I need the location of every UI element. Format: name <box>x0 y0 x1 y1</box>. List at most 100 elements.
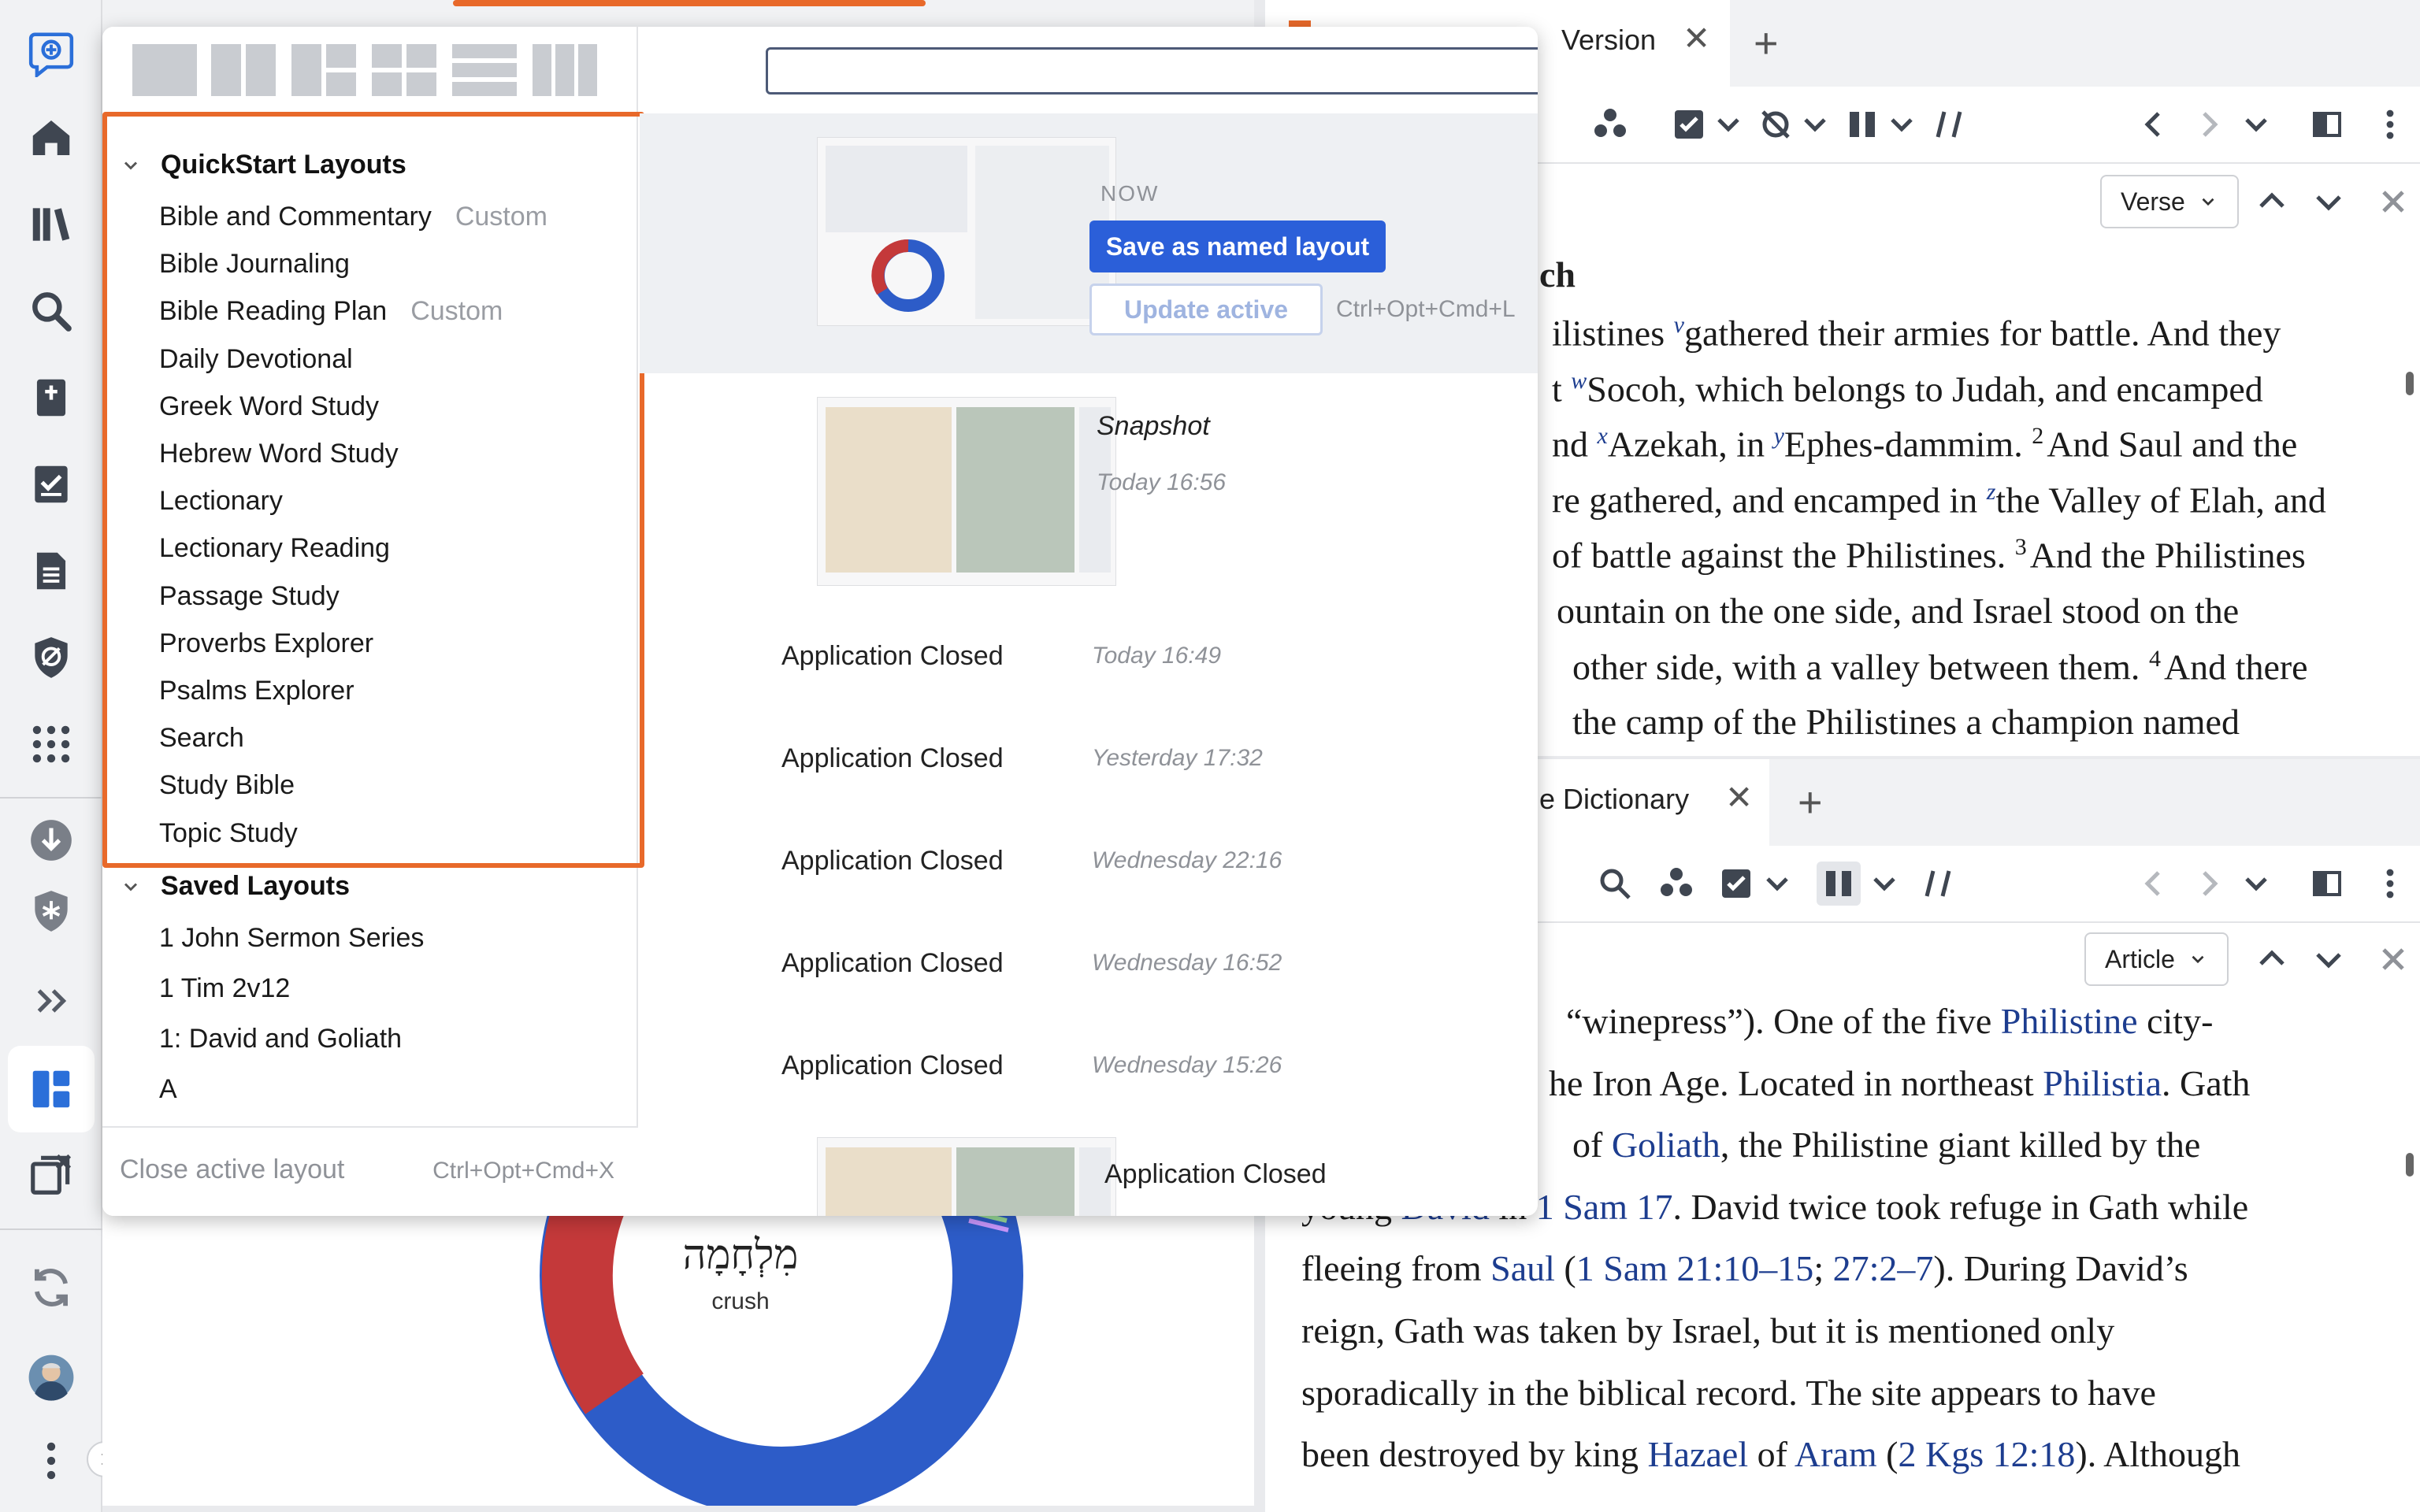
layout-two-column-button[interactable] <box>211 44 276 96</box>
layout-history-entry[interactable]: Application Closed Wednesday 15:26 <box>640 1019 1538 1114</box>
layout-search-input[interactable] <box>776 54 1538 87</box>
checklist-icon[interactable] <box>1667 102 1711 146</box>
layout-search-field[interactable] <box>766 47 1538 94</box>
saved-layout-item[interactable]: 1 John Sermon Series <box>159 923 424 954</box>
layout-thumbnail[interactable] <box>817 1137 1116 1216</box>
layout-rows-button[interactable] <box>452 44 517 96</box>
cross-reference-marker[interactable]: z <box>1987 479 1996 505</box>
chevron-down-icon[interactable] <box>1880 102 1924 146</box>
quickstart-layout-item[interactable]: Greek Word Study <box>159 391 379 422</box>
inline-off-icon[interactable] <box>1754 102 1798 146</box>
quickstart-layout-item[interactable]: Daily Devotional <box>159 344 353 375</box>
layout-four-pane-button[interactable] <box>372 44 436 96</box>
cross-reference-marker[interactable]: v <box>1674 312 1684 338</box>
layout-history-entry[interactable]: Snapshot Today 16:56 <box>640 373 1538 602</box>
visual-filter-icon[interactable] <box>1654 862 1698 906</box>
apps-grid-icon[interactable] <box>24 717 79 772</box>
quickstart-layout-item[interactable]: Lectionary <box>159 486 283 517</box>
home-icon[interactable] <box>24 110 79 165</box>
quickstart-layout-item[interactable]: Proverbs Explorer <box>159 628 373 659</box>
logos-search-icon[interactable] <box>24 25 79 80</box>
saved-layout-item[interactable]: 1: David and Goliath <box>159 1024 402 1054</box>
badge-icon[interactable] <box>24 884 79 939</box>
close-icon[interactable] <box>2371 937 2415 981</box>
more-icon[interactable] <box>2368 862 2412 906</box>
sync-link-icon[interactable] <box>1927 102 1971 146</box>
quickstart-layout-item[interactable]: Bible Reading Plan Custom <box>159 296 503 327</box>
layout-three-pane-button[interactable] <box>291 44 356 96</box>
layout-history-entry[interactable]: Application Closed Wednesday 16:52 <box>640 917 1538 1011</box>
layout-history-entry[interactable]: Application Closed Yesterday 17:32 <box>640 712 1538 806</box>
guide-icon[interactable] <box>24 370 79 425</box>
article-link[interactable]: 27:2–7 <box>1833 1248 1934 1288</box>
sync-icon[interactable] <box>24 1260 79 1315</box>
scrollbar[interactable] <box>2406 1153 2414 1177</box>
download-icon[interactable] <box>24 813 79 868</box>
back-icon[interactable] <box>2132 102 2176 146</box>
close-active-layout-row[interactable]: Close active layout Ctrl+Opt+Cmd+X <box>102 1126 638 1216</box>
article-link[interactable]: Hazael <box>1647 1434 1748 1474</box>
article-link[interactable]: Aram <box>1795 1434 1877 1474</box>
sync-link-icon[interactable] <box>1916 862 1960 906</box>
chevron-down-icon[interactable] <box>2234 102 2278 146</box>
quickstart-layout-item[interactable]: Topic Study <box>159 818 298 849</box>
cross-reference-marker[interactable]: y <box>1774 423 1784 449</box>
panel-layout-icon[interactable] <box>2305 102 2349 146</box>
forward-icon[interactable] <box>2187 102 2231 146</box>
chevron-down-icon[interactable] <box>1755 862 1799 906</box>
panel-layout-icon[interactable] <box>2305 862 2349 906</box>
library-icon[interactable] <box>24 197 79 252</box>
more-icon[interactable] <box>2368 102 2412 146</box>
quickstart-layout-item[interactable]: Passage Study <box>159 581 340 612</box>
checklist-icon[interactable] <box>1714 862 1758 906</box>
quickstart-layout-item[interactable]: Bible and Commentary Custom <box>159 202 547 232</box>
forward-icon[interactable] <box>2187 862 2231 906</box>
article-link[interactable]: Goliath <box>1612 1125 1720 1165</box>
layout-history-entry[interactable]: Application Closed Today 16:49 <box>640 610 1538 704</box>
current-layout-thumbnail[interactable] <box>817 137 1116 326</box>
quickstart-layout-item[interactable]: Psalms Explorer <box>159 676 354 706</box>
next-icon[interactable] <box>2307 937 2351 981</box>
chevron-down-icon[interactable] <box>1793 102 1837 146</box>
parallel-icon[interactable] <box>1817 862 1861 906</box>
saved-layout-item[interactable]: A <box>159 1074 177 1105</box>
article-link[interactable]: 2 Kgs 12:18 <box>1898 1434 2075 1474</box>
checklist-icon[interactable] <box>24 457 79 512</box>
close-icon[interactable] <box>2371 180 2415 224</box>
shield-icon[interactable] <box>24 630 79 685</box>
saved-layouts-heading[interactable]: Saved Layouts <box>120 871 350 902</box>
search-icon[interactable] <box>24 284 79 339</box>
new-tab-icon[interactable]: + <box>1754 19 1779 68</box>
chevron-down-icon[interactable] <box>1706 102 1750 146</box>
article-dropdown[interactable]: Article <box>2084 932 2229 986</box>
cross-reference-marker[interactable]: w <box>1571 368 1587 394</box>
search-icon[interactable] <box>1593 862 1637 906</box>
back-icon[interactable] <box>2132 862 2176 906</box>
scrollbar[interactable] <box>2406 372 2414 395</box>
quickstart-layouts-heading[interactable]: QuickStart Layouts <box>120 150 406 180</box>
chevron-down-icon[interactable] <box>2234 862 2278 906</box>
more-icon[interactable] <box>24 1433 79 1488</box>
article-link[interactable]: Philistia <box>2043 1063 2162 1103</box>
article-link[interactable]: Saul <box>1490 1248 1555 1288</box>
quickstart-layout-item[interactable]: Search <box>159 723 244 754</box>
layouts-icon[interactable] <box>24 1062 79 1117</box>
quickstart-layout-item[interactable]: Bible Journaling <box>159 249 350 280</box>
document-icon[interactable] <box>24 543 79 598</box>
close-tab-icon[interactable]: ✕ <box>1683 19 1710 57</box>
chevron-down-icon[interactable] <box>1862 862 1906 906</box>
new-tab-icon[interactable]: + <box>1798 778 1823 827</box>
quickstart-layout-item[interactable]: Hebrew Word Study <box>159 439 399 469</box>
article-link[interactable]: 1 Sam 21:10–15 <box>1576 1248 1814 1288</box>
layout-history-entry[interactable]: Application ClosedWednesday 07:35 <box>640 1114 1538 1216</box>
close-tab-icon[interactable]: ✕ <box>1725 778 1753 817</box>
previous-icon[interactable] <box>2250 180 2294 224</box>
cross-reference-marker[interactable]: x <box>1598 423 1608 449</box>
layout-thumbnail[interactable] <box>817 397 1116 586</box>
quickstart-layout-item[interactable]: Lectionary Reading <box>159 533 390 564</box>
expand-icon[interactable] <box>24 973 79 1028</box>
next-icon[interactable] <box>2307 180 2351 224</box>
article-link[interactable]: 1 Sam 17 <box>1536 1187 1673 1227</box>
article-link[interactable]: Philistine <box>2001 1001 2138 1041</box>
verse-dropdown[interactable]: Verse <box>2100 175 2239 228</box>
